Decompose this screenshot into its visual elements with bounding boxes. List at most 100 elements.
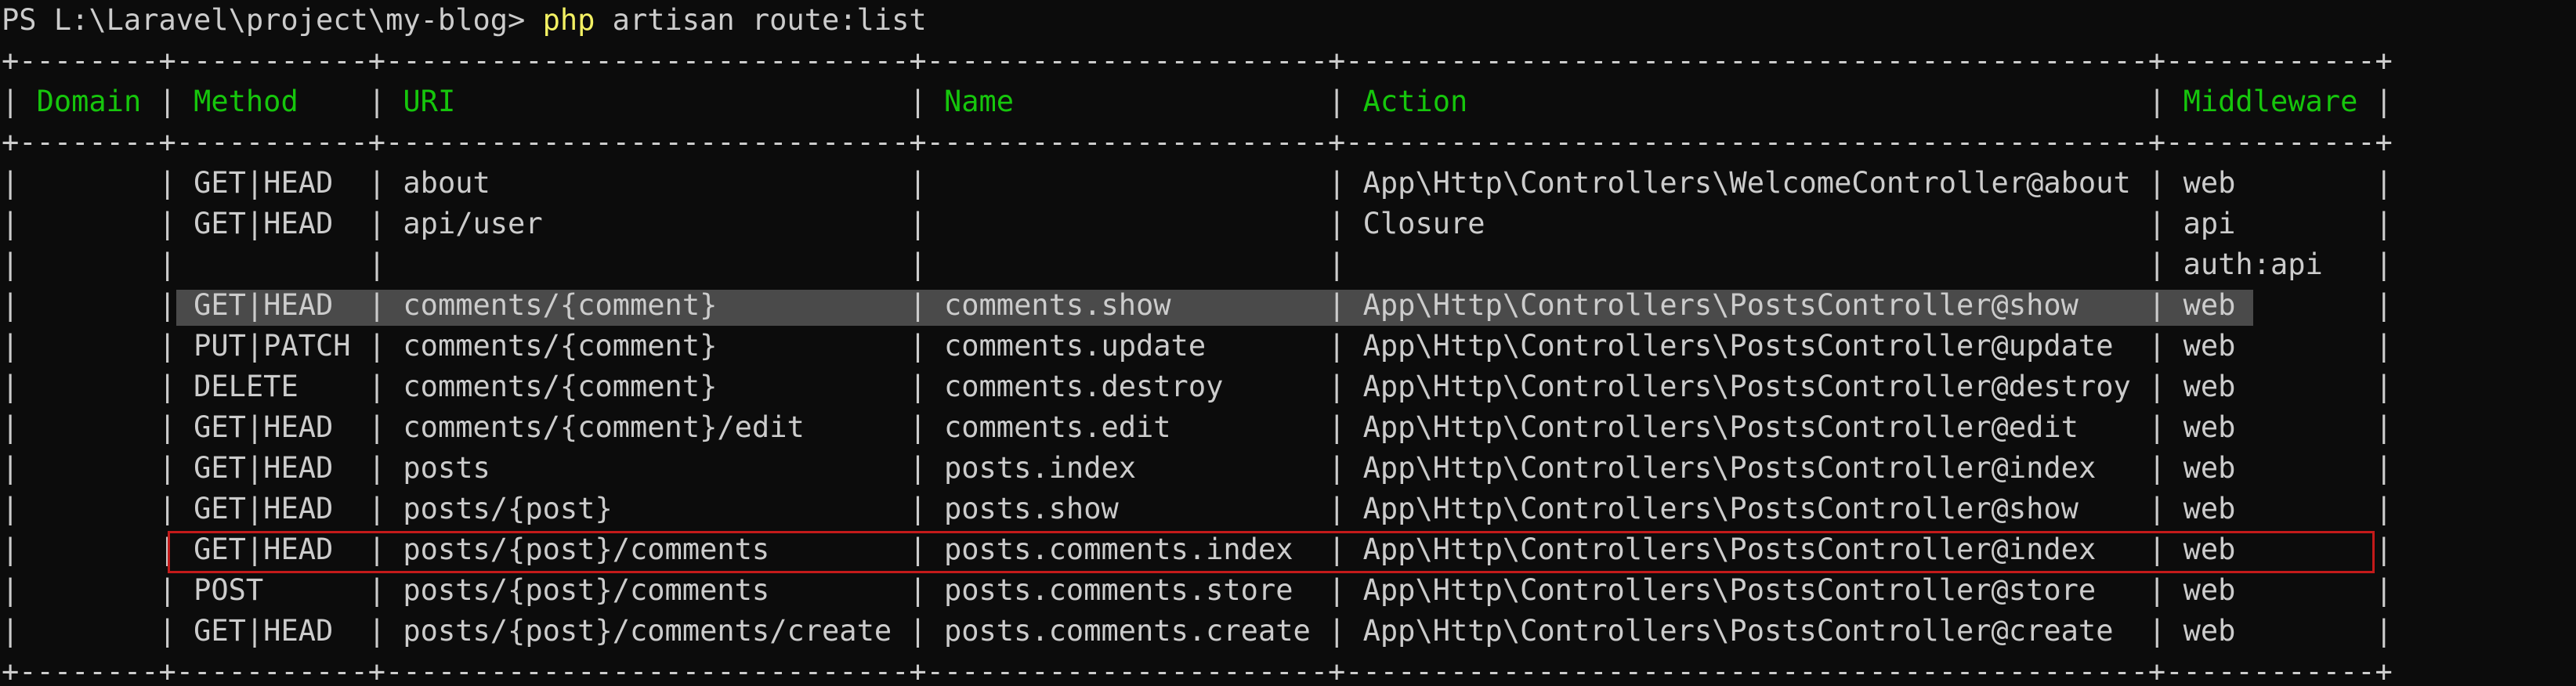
- cell-uri: comments/{comment}: [403, 370, 718, 403]
- cell-uri: posts/{post}/comments/create: [403, 614, 892, 648]
- cell-middleware: web: [2183, 614, 2236, 648]
- column-separator: |: [2, 533, 37, 566]
- header-middleware: Middleware: [2183, 85, 2358, 118]
- column-separator: |: [1328, 492, 1363, 525]
- column-separator: |: [1328, 247, 1363, 281]
- column-separator: |: [367, 288, 403, 322]
- column-separator: |: [158, 410, 194, 444]
- cell-name: comments.update: [943, 329, 1207, 363]
- column-separator: |: [367, 370, 403, 403]
- table-row: | | GET|HEAD | about | | App\Http\Contro…: [2, 163, 2393, 204]
- column-separator: |: [2, 85, 37, 118]
- column-separator: |: [158, 492, 194, 525]
- column-separator: |: [158, 370, 194, 403]
- cell-middleware: web: [2183, 573, 2236, 607]
- column-separator: |: [2375, 85, 2393, 118]
- table-row: | | GET|HEAD | posts | posts.index | App…: [2, 448, 2393, 489]
- column-separator: |: [1328, 329, 1363, 363]
- column-separator: |: [909, 85, 944, 118]
- column-separator: |: [2375, 533, 2393, 566]
- column-separator: |: [158, 207, 194, 240]
- cell-uri: posts/{post}/comments: [403, 573, 770, 607]
- table-row: | | GET|HEAD | posts/{post}/comments/cre…: [2, 611, 2393, 652]
- cell-name: comments.destroy: [943, 370, 1224, 403]
- column-separator: |: [2148, 166, 2183, 200]
- terminal-window[interactable]: PS L:\Laravel\project\my-blog> php artis…: [0, 0, 2576, 686]
- cell-method: GET|HEAD: [194, 451, 334, 485]
- cell-middleware: web: [2183, 492, 2236, 525]
- column-separator: |: [2375, 573, 2393, 607]
- column-separator: |: [2148, 370, 2183, 403]
- column-separator: |: [909, 573, 944, 607]
- column-separator: |: [909, 614, 944, 648]
- cell-action: Closure: [1362, 207, 1485, 240]
- column-separator: |: [2, 573, 37, 607]
- column-separator: |: [909, 166, 944, 200]
- table-row: | | | | | | auth:api |: [2, 244, 2393, 285]
- column-separator: |: [909, 451, 944, 485]
- cell-action: App\Http\Controllers\PostsController@cre…: [1362, 614, 2114, 648]
- column-separator: |: [2, 492, 37, 525]
- table-row: | | PUT|PATCH | comments/{comment} | com…: [2, 326, 2393, 366]
- column-separator: |: [2375, 492, 2393, 525]
- column-separator: |: [909, 207, 944, 240]
- cell-middleware: web: [2183, 370, 2236, 403]
- table-row: | | GET|HEAD | comments/{comment}/edit |…: [2, 407, 2393, 448]
- cell-name: comments.show: [943, 288, 1171, 322]
- column-separator: |: [1328, 370, 1363, 403]
- cell-middleware: web: [2183, 288, 2236, 322]
- cell-uri: comments/{comment}: [403, 329, 718, 363]
- column-separator: |: [2148, 410, 2183, 444]
- command-binary: php: [542, 3, 595, 37]
- column-separator: |: [367, 614, 403, 648]
- cell-uri: comments/{comment}/edit: [403, 410, 805, 444]
- cell-name: posts.index: [943, 451, 1137, 485]
- column-separator: |: [2, 614, 37, 648]
- table-row: | | GET|HEAD | api/user | | Closure | ap…: [2, 204, 2393, 244]
- column-separator: |: [2375, 370, 2393, 403]
- column-separator: |: [2, 207, 37, 240]
- header-action: Action: [1362, 85, 1468, 118]
- column-separator: |: [367, 410, 403, 444]
- table-top-border: +--------+-----------+------------------…: [2, 44, 2393, 78]
- cell-method: GET|HEAD: [194, 207, 334, 240]
- column-separator: |: [367, 329, 403, 363]
- column-separator: |: [1328, 614, 1363, 648]
- prompt-text: PS L:\Laravel\project\my-blog>: [2, 3, 543, 37]
- table-row: | | POST | posts/{post}/comments | posts…: [2, 570, 2393, 611]
- cell-action: App\Http\Controllers\PostsController@des…: [1362, 370, 2131, 403]
- column-separator: |: [2375, 247, 2393, 281]
- column-separator: |: [1328, 410, 1363, 444]
- command-arguments: artisan route:list: [595, 3, 927, 37]
- column-separator: |: [2, 410, 37, 444]
- column-separator: |: [2148, 573, 2183, 607]
- column-separator: |: [2, 288, 37, 322]
- cell-action: App\Http\Controllers\PostsController@ind…: [1362, 451, 2097, 485]
- cell-method: PUT|PATCH: [194, 329, 351, 363]
- red-row-outline: [167, 531, 2375, 573]
- column-separator: |: [367, 492, 403, 525]
- column-separator: |: [909, 288, 944, 322]
- header-name: Name: [943, 85, 1015, 118]
- column-separator: |: [158, 573, 194, 607]
- column-separator: |: [2, 166, 37, 200]
- column-separator: |: [1328, 573, 1363, 607]
- column-separator: |: [158, 329, 194, 363]
- column-separator: |: [2, 451, 37, 485]
- column-separator: |: [1328, 288, 1363, 322]
- column-separator: |: [2148, 247, 2183, 281]
- cell-name: posts.show: [943, 492, 1119, 525]
- column-separator: |: [1328, 166, 1363, 200]
- column-separator: |: [1328, 451, 1363, 485]
- column-separator: |: [158, 451, 194, 485]
- table-row: | | GET|HEAD | comments/{comment} | comm…: [2, 285, 2393, 326]
- cell-uri: comments/{comment}: [403, 288, 718, 322]
- column-separator: |: [2, 329, 37, 363]
- column-separator: |: [158, 288, 194, 322]
- column-separator: |: [909, 247, 944, 281]
- header-uri: URI: [403, 85, 456, 118]
- column-separator: |: [2, 370, 37, 403]
- cell-uri: posts/{post}: [403, 492, 613, 525]
- column-separator: |: [158, 247, 194, 281]
- column-separator: |: [909, 410, 944, 444]
